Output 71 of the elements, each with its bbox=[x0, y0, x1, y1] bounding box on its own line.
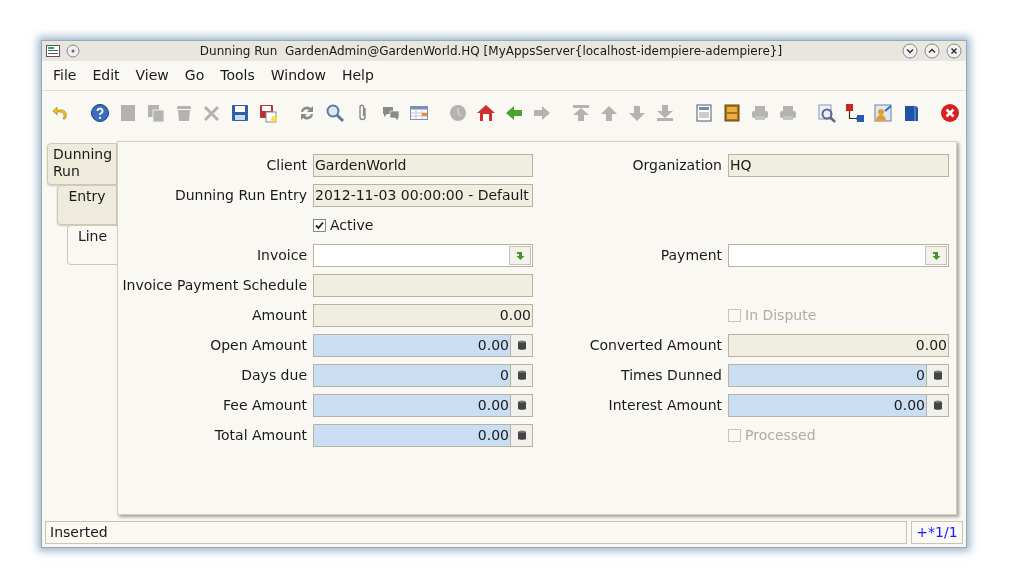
menu-item[interactable]: Tools bbox=[212, 65, 263, 86]
close-icon[interactable] bbox=[946, 43, 962, 59]
workflow-icon[interactable] bbox=[845, 103, 865, 123]
text-field[interactable]: 0.00 bbox=[313, 303, 533, 327]
calculator-icon[interactable] bbox=[932, 399, 943, 411]
magnifier-icon[interactable] bbox=[817, 103, 837, 123]
number-field[interactable]: 0.00 bbox=[313, 423, 533, 447]
cabinet-icon[interactable] bbox=[722, 103, 742, 123]
field-label: Organization bbox=[632, 155, 722, 175]
calculator-icon[interactable] bbox=[516, 339, 527, 351]
checkbox-label: In Dispute bbox=[745, 305, 817, 325]
text-field[interactable]: 2012-11-03 00:00:00 - Default bbox=[313, 183, 533, 207]
field-label: Amount bbox=[252, 305, 307, 325]
calculator-icon[interactable] bbox=[516, 399, 527, 411]
checkbox-label: Active bbox=[330, 215, 374, 235]
text-field[interactable]: HQ bbox=[728, 153, 949, 177]
menu-item[interactable]: File bbox=[45, 65, 85, 86]
help-icon[interactable] bbox=[90, 103, 110, 123]
checkbox-label: Processed bbox=[745, 425, 816, 445]
table-icon[interactable] bbox=[409, 103, 429, 123]
text-field[interactable]: 0.00 bbox=[728, 333, 949, 357]
people-icon[interactable] bbox=[873, 103, 893, 123]
home-icon[interactable] bbox=[476, 103, 496, 123]
menu-item[interactable]: Help bbox=[333, 65, 382, 86]
close-icon[interactable] bbox=[940, 103, 960, 123]
arrow-icon[interactable] bbox=[514, 249, 526, 261]
calculator-icon[interactable] bbox=[516, 429, 527, 441]
number-field[interactable]: 0.00 bbox=[313, 333, 533, 357]
lookup-field[interactable] bbox=[728, 243, 949, 267]
field-label: Client bbox=[266, 155, 307, 175]
record-indicator: +*1/1 bbox=[911, 521, 963, 544]
field-label: Invoice Payment Schedule bbox=[122, 275, 307, 295]
number-field[interactable]: 0.00 bbox=[313, 393, 533, 417]
calculator-icon[interactable] bbox=[516, 369, 527, 381]
tab[interactable]: Line bbox=[67, 225, 117, 265]
menu-item[interactable]: Window bbox=[262, 65, 334, 86]
number-field[interactable]: 0 bbox=[313, 363, 533, 387]
arrow-icon[interactable] bbox=[930, 249, 942, 261]
maximize-icon[interactable] bbox=[924, 43, 940, 59]
field-label: Dunning Run Entry bbox=[174, 185, 307, 205]
window-title: Dunning Run GardenAdmin@GardenWorld.HQ [MyAppsServer{localhost-idempiere-adempiere}] bbox=[198, 43, 784, 60]
field-label: Interest Amount bbox=[608, 395, 722, 415]
status-message: Inserted bbox=[45, 521, 907, 544]
minimize-icon[interactable] bbox=[902, 43, 918, 59]
field-label: Invoice bbox=[256, 245, 307, 265]
save-icon[interactable] bbox=[230, 103, 250, 123]
field-label: Times Dunned bbox=[621, 365, 722, 385]
field-label: Fee Amount bbox=[223, 395, 307, 415]
report-icon[interactable] bbox=[694, 103, 714, 123]
search-icon[interactable] bbox=[325, 103, 345, 123]
window-menu-icon[interactable] bbox=[46, 45, 60, 57]
field-label: Open Amount bbox=[210, 335, 307, 355]
number-field[interactable]: 0.00 bbox=[728, 393, 949, 417]
field-label: Payment bbox=[660, 245, 722, 265]
field-label: Days due bbox=[241, 365, 307, 385]
pin-icon[interactable] bbox=[66, 44, 80, 58]
tab[interactable]: Dunning Run bbox=[47, 143, 117, 185]
text-field[interactable] bbox=[313, 273, 533, 297]
lookup-field[interactable] bbox=[313, 243, 533, 267]
menu-item[interactable]: Edit bbox=[84, 65, 128, 86]
menu-item[interactable]: Go bbox=[176, 65, 213, 86]
menu-item[interactable]: View bbox=[127, 65, 177, 86]
field-label: Converted Amount bbox=[589, 335, 722, 355]
tab[interactable]: Entry bbox=[57, 185, 117, 225]
field-label: Total Amount bbox=[214, 425, 307, 445]
checkbox[interactable] bbox=[313, 218, 326, 232]
arrow-left-icon[interactable] bbox=[504, 103, 524, 123]
calculator-icon[interactable] bbox=[932, 369, 943, 381]
text-field[interactable]: GardenWorld bbox=[313, 153, 533, 177]
save-new-icon[interactable] bbox=[258, 103, 278, 123]
number-field[interactable]: 0 bbox=[728, 363, 949, 387]
